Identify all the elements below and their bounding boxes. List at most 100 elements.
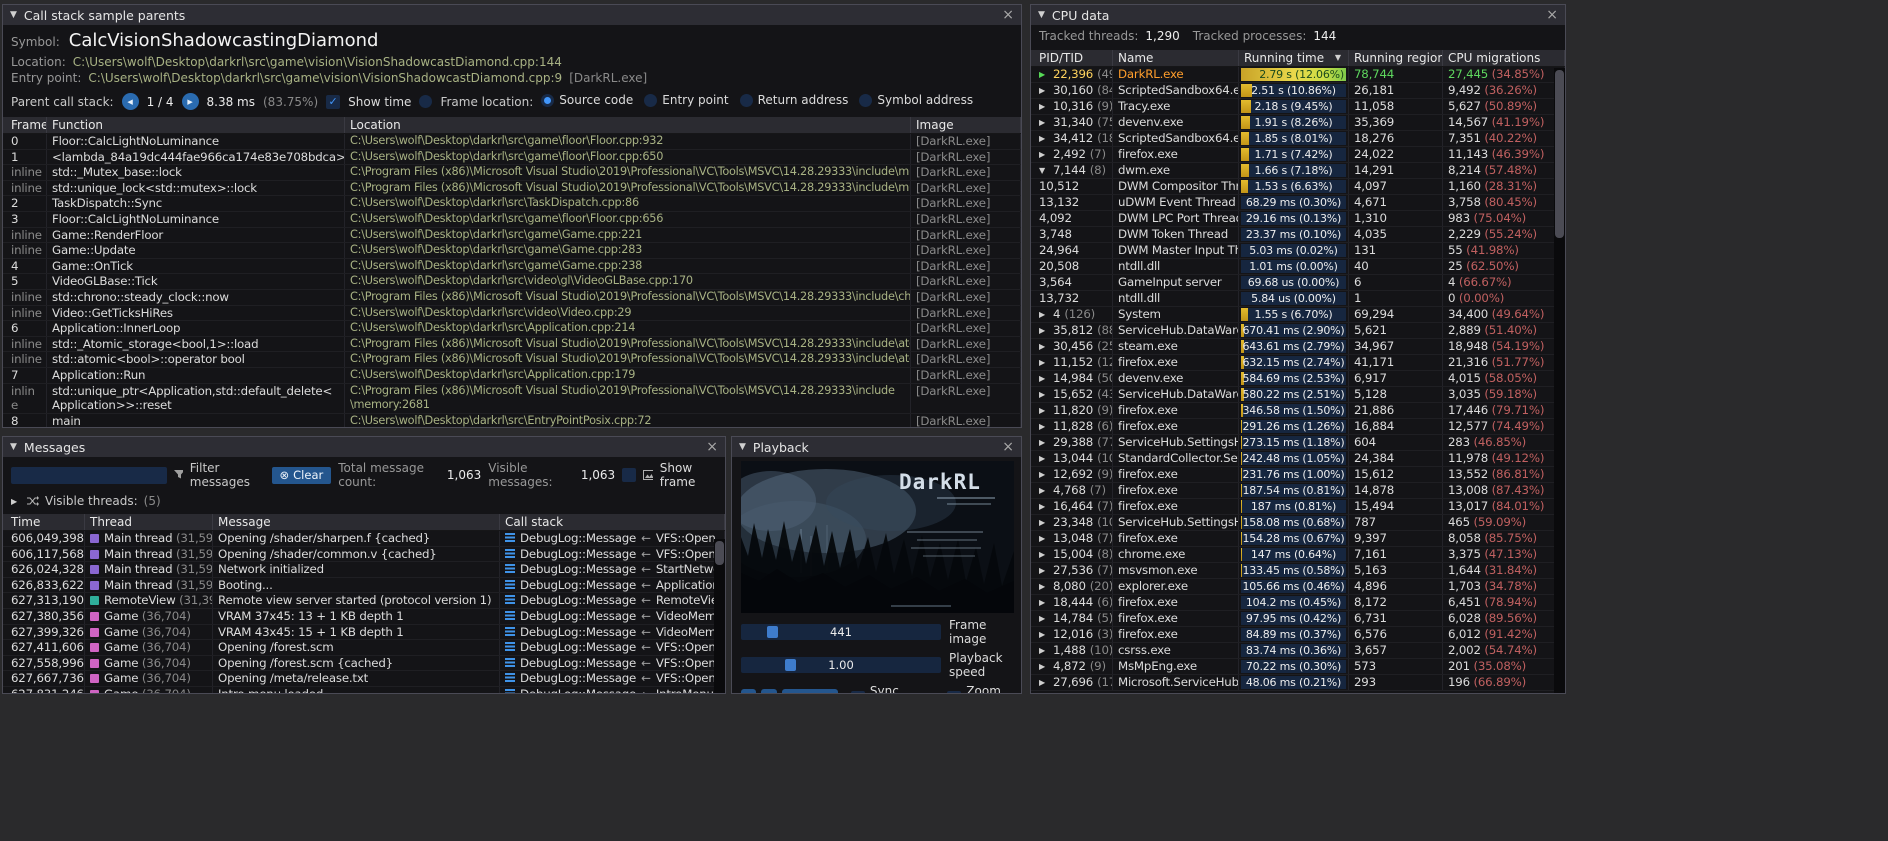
column-pid-tid[interactable]: PID/TID bbox=[1031, 50, 1113, 66]
cpu-row[interactable]: ▶11,152(12)firefox.exe632.15 ms (2.74%)4… bbox=[1031, 355, 1565, 371]
cpu-row[interactable]: 13,732ntdll.dll5.84 us (0.00%)10 (0.00%) bbox=[1031, 291, 1565, 307]
expand-icon[interactable]: ▶ bbox=[1039, 563, 1049, 578]
cpu-row[interactable]: ▶14,784(5)firefox.exe97.95 ms (0.42%)6,7… bbox=[1031, 611, 1565, 627]
expand-icon[interactable]: ▶ bbox=[1039, 435, 1049, 450]
cpu-row[interactable]: ▶22,396(49)DarkRL.exe2.79 s (12.06%)78,7… bbox=[1031, 67, 1565, 83]
message-callstack[interactable]: DebugLog::Message←StartNetwo bbox=[500, 562, 725, 577]
frame-image-slider[interactable]: 441 bbox=[741, 624, 941, 640]
cpu-row[interactable]: ▶23,348(106)ServiceHub.SettingsHost158.0… bbox=[1031, 515, 1565, 531]
expand-icon[interactable]: ▶ bbox=[1039, 131, 1049, 146]
message-callstack[interactable]: DebugLog::Message←VFS::Open bbox=[500, 640, 725, 655]
next-parent-button[interactable]: ▶ bbox=[182, 93, 199, 110]
message-callstack[interactable]: DebugLog::Message←RemoteVie bbox=[500, 593, 725, 608]
collapse-icon[interactable]: ▼ bbox=[739, 442, 746, 452]
expand-icon[interactable]: ▶ bbox=[1039, 67, 1049, 82]
close-icon[interactable]: × bbox=[706, 440, 718, 454]
filter-input[interactable] bbox=[11, 467, 167, 484]
cpu-row[interactable]: 3,748DWM Token Thread23.37 ms (0.10%)4,0… bbox=[1031, 227, 1565, 243]
message-row[interactable]: 627,313,190nsRemoteView (31,392)Remote v… bbox=[3, 593, 725, 609]
expand-icon[interactable]: ▶ bbox=[1039, 499, 1049, 514]
scrollbar-thumb[interactable] bbox=[715, 541, 724, 565]
cpu-row[interactable]: ▶2,492(7)firefox.exe1.71 s (7.42%)24,022… bbox=[1031, 147, 1565, 163]
callstack-row[interactable]: inlinestd::atomic<bool>::operator boolC:… bbox=[3, 352, 1021, 368]
column-cpu-migrations[interactable]: CPU migrations bbox=[1443, 50, 1565, 66]
expand-icon[interactable]: ▶ bbox=[1039, 627, 1049, 642]
cpu-row[interactable]: ▶12,692(9)firefox.exe231.76 ms (1.00%)15… bbox=[1031, 467, 1565, 483]
expand-icon[interactable]: ▶ bbox=[1039, 579, 1049, 594]
cpu-row[interactable]: ▶30,160(84)ScriptedSandbox64.exe2.51 s (… bbox=[1031, 83, 1565, 99]
frame-location-option[interactable]: Symbol address bbox=[859, 93, 973, 107]
close-icon[interactable]: × bbox=[1002, 440, 1014, 454]
cpu-row[interactable]: ▼7,144(8)dwm.exe1.66 s (7.18%)14,2918,21… bbox=[1031, 163, 1565, 179]
cpu-row[interactable]: ▶27,536(7)msvsmon.exe133.45 ms (0.58%)5,… bbox=[1031, 563, 1565, 579]
expand-icon[interactable]: ▶ bbox=[1039, 611, 1049, 626]
expand-icon[interactable]: ▶ bbox=[1039, 403, 1049, 418]
expand-icon[interactable]: ▶ bbox=[1039, 99, 1049, 114]
cpu-row[interactable]: ▶12,016(3)firefox.exe84.89 ms (0.37%)6,5… bbox=[1031, 627, 1565, 643]
expand-icon[interactable]: ▶ bbox=[1039, 595, 1049, 610]
callstack-row[interactable]: inlineGame::RenderFloorC:\Users\wolf\Des… bbox=[3, 228, 1021, 244]
close-icon[interactable]: × bbox=[1546, 8, 1558, 22]
cpu-row[interactable]: ▶10,316(9)Tracy.exe2.18 s (9.45%)11,0585… bbox=[1031, 99, 1565, 115]
callstack-row[interactable]: inlineGame::UpdateC:\Users\wolf\Desktop\… bbox=[3, 243, 1021, 259]
callstack-row[interactable]: 7Application::RunC:\Users\wolf\Desktop\d… bbox=[3, 368, 1021, 384]
next-frame-button[interactable]: ▶ bbox=[761, 689, 776, 693]
message-row[interactable]: 626,833,622nsMain thread (31,596)Booting… bbox=[3, 578, 725, 594]
expand-icon[interactable]: ▶ bbox=[1039, 419, 1049, 434]
collapse-icon[interactable]: ▼ bbox=[10, 442, 17, 452]
cpu-row[interactable]: ▶31,340(75)devenv.exe1.91 s (8.26%)35,36… bbox=[1031, 115, 1565, 131]
expand-icon[interactable]: ▶ bbox=[1039, 547, 1049, 562]
message-row[interactable]: 627,831,246nsGame (36,704)Intro menu loa… bbox=[3, 687, 725, 693]
message-row[interactable]: 627,667,736nsGame (36,704)Opening /meta/… bbox=[3, 671, 725, 687]
callstack-row[interactable]: inlinestd::unique_ptr<Application,std::d… bbox=[3, 384, 1021, 414]
play-button[interactable]: ▶ Play bbox=[782, 689, 838, 693]
messages-scrollbar[interactable] bbox=[714, 539, 725, 693]
message-row[interactable]: 606,049,398nsMain thread (31,596)Opening… bbox=[3, 531, 725, 547]
expand-icon[interactable]: ▶ bbox=[1039, 307, 1049, 322]
cpu-row[interactable]: 13,132uDWM Event Thread68.29 ms (0.30%)4… bbox=[1031, 195, 1565, 211]
cpu-row[interactable]: ▶30,456(25)steam.exe643.61 ms (2.79%)34,… bbox=[1031, 339, 1565, 355]
cpu-row[interactable]: ▶35,812(88)ServiceHub.DataWarehou670.41 … bbox=[1031, 323, 1565, 339]
cpu-row[interactable]: ▶18,444(6)firefox.exe104.2 ms (0.45%)8,1… bbox=[1031, 595, 1565, 611]
expand-icon[interactable]: ▶ bbox=[1039, 515, 1049, 530]
expand-icon[interactable]: ▶ bbox=[1039, 339, 1049, 354]
expand-icon[interactable]: ▶ bbox=[11, 497, 21, 506]
expand-icon[interactable]: ▶ bbox=[1039, 643, 1049, 658]
expand-icon[interactable]: ▶ bbox=[1039, 371, 1049, 386]
expand-icon[interactable]: ▶ bbox=[1039, 387, 1049, 402]
callstack-window-titlebar[interactable]: ▼ Call stack sample parents × bbox=[3, 5, 1021, 25]
cpu-row[interactable]: ▶13,048(7)firefox.exe154.28 ms (0.67%)9,… bbox=[1031, 531, 1565, 547]
column-running-regions[interactable]: Running regions bbox=[1349, 50, 1443, 66]
expand-icon[interactable]: ▶ bbox=[1039, 531, 1049, 546]
message-row[interactable]: 627,558,996nsGame (36,704)Opening /fores… bbox=[3, 656, 725, 672]
frame-location-option[interactable]: Return address bbox=[740, 93, 849, 107]
message-callstack[interactable]: DebugLog::Message←VFS::Open bbox=[500, 547, 725, 562]
callstack-row[interactable]: inlinestd::_Mutex_base::lockC:\Program F… bbox=[3, 165, 1021, 181]
cpu-row[interactable]: 20,508ntdll.dll1.01 ms (0.00%)4025 (62.5… bbox=[1031, 259, 1565, 275]
prev-parent-button[interactable]: ◀ bbox=[122, 93, 139, 110]
cpu-row[interactable]: 4,092DWM LPC Port Thread29.16 ms (0.13%)… bbox=[1031, 211, 1565, 227]
message-callstack[interactable]: DebugLog::Message←VideoMemo bbox=[500, 609, 725, 624]
show-time-checkbox[interactable] bbox=[326, 95, 340, 109]
callstack-row[interactable]: 6Application::InnerLoopC:\Users\wolf\Des… bbox=[3, 321, 1021, 337]
callstack-row[interactable]: 1<lambda_84a19dc444fae966ca174e83e708bdc… bbox=[3, 150, 1021, 166]
message-callstack[interactable]: DebugLog::Message←VFS::Open bbox=[500, 531, 725, 546]
expand-icon[interactable]: ▶ bbox=[1039, 115, 1049, 130]
expand-icon[interactable]: ▶ bbox=[1039, 355, 1049, 370]
collapse-icon[interactable]: ▼ bbox=[1039, 163, 1049, 178]
show-frame-checkbox[interactable] bbox=[622, 468, 636, 482]
expand-icon[interactable]: ▶ bbox=[1039, 83, 1049, 98]
frame-location-option[interactable]: Entry point bbox=[644, 93, 728, 107]
expand-icon[interactable]: ▶ bbox=[1039, 467, 1049, 482]
prev-frame-button[interactable]: ◀ bbox=[741, 689, 756, 693]
cpu-row[interactable]: ▶4(126)System1.55 s (6.70%)69,29434,400 … bbox=[1031, 307, 1565, 323]
cpu-row[interactable]: ▶16,464(7)firefox.exe187 ms (0.81%)15,49… bbox=[1031, 499, 1565, 515]
cpu-row[interactable]: ▶1,488(10)csrss.exe83.74 ms (0.36%)3,657… bbox=[1031, 643, 1565, 659]
cpu-row[interactable]: ▶4,872(9)MsMpEng.exe70.22 ms (0.30%)5732… bbox=[1031, 659, 1565, 675]
callstack-row[interactable]: 0Floor::CalcLightNoLuminanceC:\Users\wol… bbox=[3, 134, 1021, 150]
message-callstack[interactable]: DebugLog::Message←IntroMenu:: bbox=[500, 687, 725, 693]
expand-icon[interactable]: ▶ bbox=[1039, 675, 1049, 690]
cpu-row[interactable]: ▶15,652(43)ServiceHub.DataWarehou580.22 … bbox=[1031, 387, 1565, 403]
messages-window-titlebar[interactable]: ▼ Messages × bbox=[3, 437, 725, 457]
callstack-row[interactable]: inlinestd::unique_lock<std::mutex>::lock… bbox=[3, 181, 1021, 197]
